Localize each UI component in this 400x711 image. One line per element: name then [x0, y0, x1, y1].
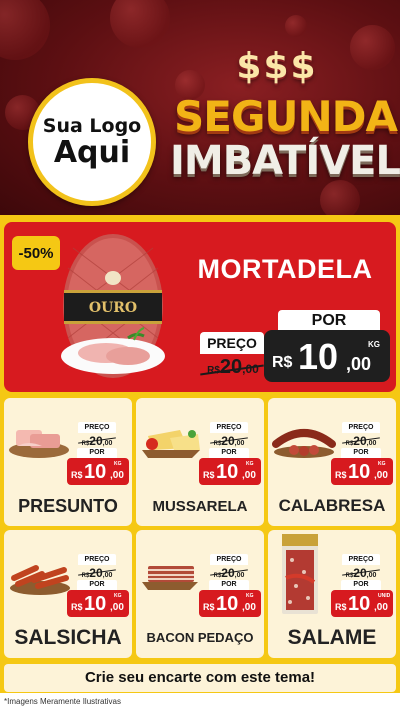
coin-decoration [350, 25, 395, 70]
por-label: POR [209, 448, 249, 458]
headline-segunda: SEGUNDA [174, 92, 398, 141]
new-price: R$ 10,00 KG [67, 590, 129, 617]
new-price: R$ 10,00 KG [331, 458, 393, 485]
new-price: R$ 10,00 UNID [331, 590, 393, 617]
new-price: R$ 10,00 KG [67, 458, 129, 485]
package-brand-text: OURO [89, 300, 137, 316]
flyer-page: Sua Logo Aqui $$$ SEGUNDA IMBATÍVEL OURO… [0, 0, 400, 711]
cta-banner: Crie seu encarte com este tema! [4, 664, 396, 692]
price-unit: KG [368, 340, 380, 349]
new-price-cents: ,00 [346, 354, 372, 374]
product-name: SALSICHA [14, 626, 122, 649]
product-name: PRESUNTO [18, 496, 118, 516]
por-label: POR [77, 580, 117, 590]
featured-product-name: MORTADELA [197, 254, 373, 284]
presunto-image [9, 430, 69, 458]
new-price: R$ 10,00 KG [199, 590, 261, 617]
new-price-int: 10 [298, 336, 339, 377]
product-name: BACON PEDAÇO [146, 630, 254, 645]
por-label: POR [341, 580, 381, 590]
preco-label: PREÇO [200, 332, 264, 354]
discount-badge: -50% [12, 236, 60, 270]
logo-text-line2: Aqui [53, 135, 131, 170]
por-label: POR [77, 448, 117, 458]
headline-imbativel: IMBATÍVEL [170, 138, 400, 184]
disclaimer-note: *Imagens Meramente Ilustrativas [4, 697, 121, 706]
new-price: R$ 10,00 KG [199, 458, 261, 485]
por-label: POR [341, 448, 381, 458]
coin-decoration [110, 0, 170, 48]
salame-image [282, 534, 318, 614]
product-name: MUSSARELA [152, 498, 248, 515]
logo-text-line1: Sua Logo [42, 115, 142, 137]
new-currency: R$ [272, 354, 293, 371]
product-name: CALABRESA [278, 496, 386, 515]
por-label: POR [209, 580, 249, 590]
coin-decoration [285, 15, 307, 37]
dollar-signs: $$$ [236, 46, 318, 87]
mortadela-product-image: OURO [61, 234, 165, 378]
coin-decoration [320, 180, 360, 215]
salsicha-image [10, 565, 70, 595]
calabresa-image [272, 429, 336, 458]
mussarela-image [142, 430, 200, 458]
bacon-image [142, 566, 198, 590]
logo-placeholder: Sua Logo Aqui [28, 78, 156, 206]
coin-decoration [0, 0, 50, 60]
por-label: POR [278, 310, 380, 332]
product-name: SALAME [287, 626, 377, 649]
featured-new-price: R$ 10 ,00 KG [264, 330, 390, 382]
